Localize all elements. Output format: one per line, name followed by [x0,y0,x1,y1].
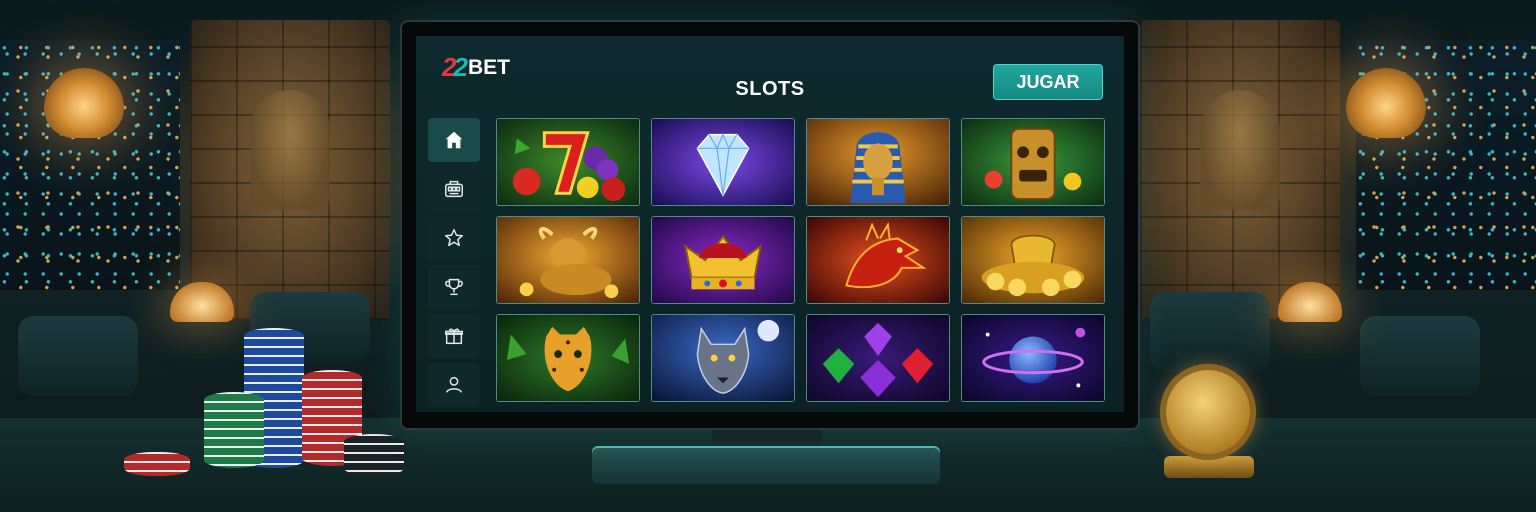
hanging-lamp-left [44,68,124,138]
game-tile-moon-wolf[interactable] [651,314,795,402]
sidebar-item-favorites[interactable] [428,216,480,260]
user-icon [445,376,463,393]
dragon-icon [807,217,949,303]
game-tile-fire-dragon[interactable] [806,216,950,304]
slot-machine-icon [445,180,463,198]
monitor: 22 BET SLOTS JUGAR [402,22,1138,428]
gold-treasure-icon [962,217,1104,303]
slots-grid [496,118,1105,402]
game-tile-fruit-seven[interactable] [496,118,640,206]
game-tile-tiki-mask[interactable] [961,118,1105,206]
pharaoh-icon [807,119,949,205]
game-tile-diamond[interactable] [651,118,795,206]
monitor-stand [592,446,940,484]
gold-coin [1160,364,1256,460]
wolf-icon [652,315,794,401]
casino-app-screen: 22 BET SLOTS JUGAR [416,36,1124,412]
tiki-mask-icon [962,119,1104,205]
sidebar-item-profile[interactable] [428,363,480,407]
leopard-icon [497,315,639,401]
armchair [1360,316,1480,396]
game-tile-royal-crown[interactable] [651,216,795,304]
play-button[interactable]: JUGAR [993,64,1103,100]
game-tile-golden-bull[interactable] [496,216,640,304]
poker-chip-stack [124,452,190,476]
stone-wall-right [1140,20,1340,320]
sidebar-item-promotions[interactable] [428,314,480,358]
stone-idol-right [1200,90,1280,210]
armchair [1150,292,1270,372]
hanging-lamp-right [1346,68,1426,138]
game-tile-gold-treasure[interactable] [961,216,1105,304]
golden-bull-icon [497,217,639,303]
planet-icon [962,315,1104,401]
sidebar-item-slots[interactable] [428,167,480,211]
gems-icon [807,315,949,401]
game-tile-cosmic-planet[interactable] [961,314,1105,402]
sidebar-item-home[interactable] [428,118,480,162]
sidebar-item-tournaments[interactable] [428,265,480,309]
logo-name: BET [467,55,510,79]
game-tile-gems[interactable] [806,314,950,402]
stone-idol-left [250,90,330,210]
home-icon [445,131,463,149]
fruit-seven-icon [497,119,639,205]
crown-icon [652,217,794,303]
poker-chip-stack [204,392,264,468]
trophy-icon [445,278,463,296]
sidebar-nav [428,118,482,412]
gift-icon [445,328,463,345]
diamond-icon [652,119,794,205]
game-tile-jungle-leopard[interactable] [496,314,640,402]
armchair [18,316,138,396]
star-icon [445,229,463,247]
poker-chip-stack [344,434,404,476]
game-tile-pharaoh[interactable] [806,118,950,206]
stone-wall-left [190,20,390,320]
